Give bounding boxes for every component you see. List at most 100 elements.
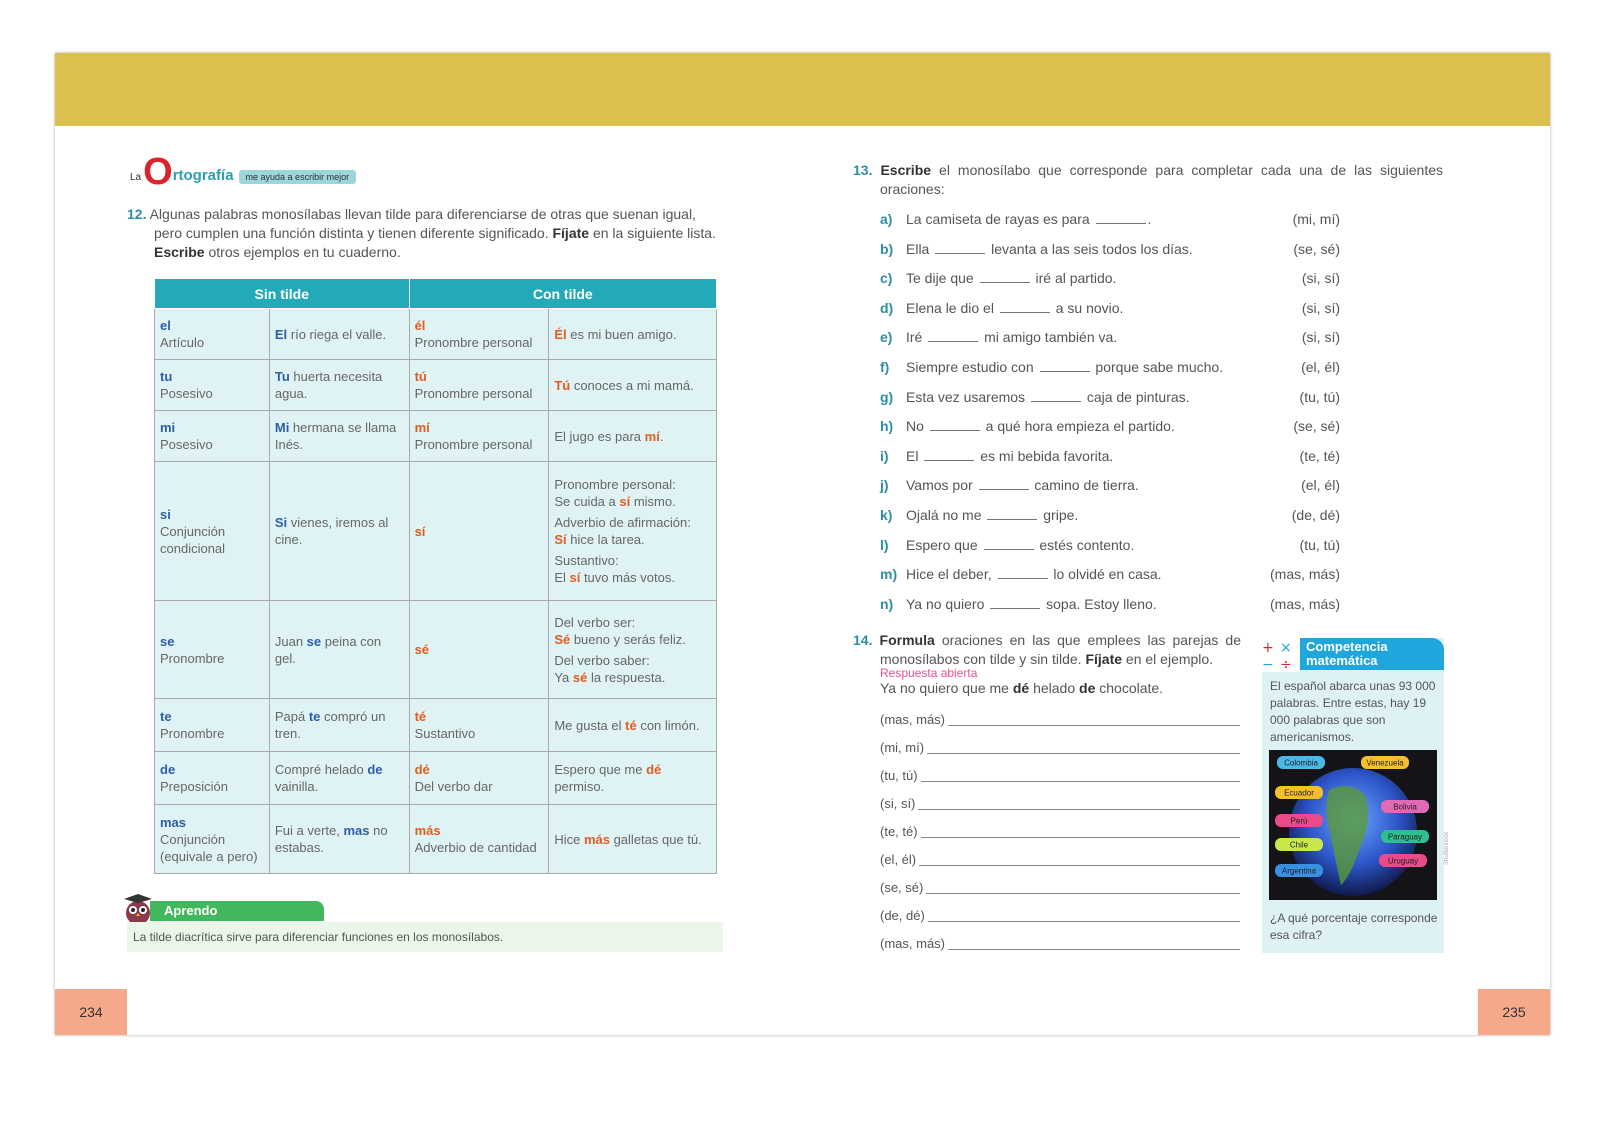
item-options: (mas, más) <box>1270 595 1340 612</box>
item-sentence: No a qué hora empieza el partido. <box>906 418 1175 435</box>
writing-line[interactable]: (de, dé) <box>880 902 1240 930</box>
svg-text:Ecuador: Ecuador <box>1284 789 1314 798</box>
svg-text:Argentina: Argentina <box>1282 867 1317 876</box>
exercise-item: j) Vamos por camino de tierra. (el, él) <box>880 477 1340 507</box>
exercise-item: b) Ella levanta a las seis todos los días… <box>880 241 1340 271</box>
exercise-item: k) Ojalá no me gripe. (de, dé) <box>880 507 1340 537</box>
answer-blank[interactable] <box>1039 359 1090 372</box>
book-spread: La O rtografía me ayuda a escribir mejor… <box>55 53 1550 1035</box>
pair-label: (mi, mí) <box>880 740 928 755</box>
competencia-question: ¿A qué porcentaje corresponde esa cifra? <box>1270 911 1438 942</box>
item-options: (de, dé) <box>1291 506 1340 523</box>
svg-text:Bolivia: Bolivia <box>1393 803 1417 812</box>
svg-text:Chile: Chile <box>1290 841 1309 850</box>
math-operations-icon: + × − ÷ <box>1260 638 1300 672</box>
exercise-item: e) Iré mi amigo también va. (si, sí) <box>880 329 1340 359</box>
item-sentence: Iré mi amigo también va. <box>906 329 1118 346</box>
writing-line[interactable]: (mas, más) <box>880 930 1240 958</box>
page-number-right: 235 <box>1478 989 1550 1035</box>
competencia-box: + × − ÷ Competencia matemática El españo… <box>1260 638 1444 953</box>
pair-label: (te, té) <box>880 824 921 839</box>
exercise-item: a) La camiseta de rayas es para . (mi, mí) <box>880 211 1340 241</box>
answer-blank[interactable] <box>990 596 1041 609</box>
globe-image: Colombia Venezuela Ecuador Bolivia Perú Parag… <box>1269 750 1437 900</box>
item-letter: d) <box>880 299 894 316</box>
pair-label: (si, sí) <box>880 796 919 811</box>
answer-blank[interactable] <box>1095 211 1146 224</box>
country-label: Uruguay <box>1379 854 1427 867</box>
item-options: (te, té) <box>1299 447 1340 464</box>
item-sentence: Espero que estés contento. <box>906 536 1135 553</box>
item-sentence: Te dije que iré al partido. <box>906 270 1117 287</box>
tilde-table: Sin tilde Con tilde el Artículo El río ri… <box>154 278 718 874</box>
aprendo-title: Aprendo <box>150 901 324 921</box>
table-row: mi Posesivo Mi hermana se llama Inés. mí P… <box>154 410 717 462</box>
header-sin-tilde: Sin tilde <box>154 278 410 309</box>
table-row: mas Conjunción (equivale a pero) Fui a ve… <box>154 804 717 874</box>
item-letter: f) <box>880 358 890 375</box>
table-row: te Pronombre Papá te compró un tren. té Su… <box>154 698 717 752</box>
pair-label: (el, él) <box>880 852 920 867</box>
item-letter: e) <box>880 329 893 346</box>
item-letter: m) <box>880 566 898 583</box>
exercise-13-items: a) La camiseta de rayas es para . (mi, mí)… <box>880 211 1340 625</box>
writing-line[interactable]: (se, sé) <box>880 874 1240 902</box>
pair-label: (tu, tú) <box>880 768 921 783</box>
item-letter: l) <box>880 536 889 553</box>
answer-blank[interactable] <box>997 566 1048 580</box>
answer-blank[interactable] <box>979 270 1030 284</box>
competencia-title: Competencia matemática <box>1300 638 1444 670</box>
answer-blank[interactable] <box>929 418 980 432</box>
exercise-item: l) Espero que estés contento. (tu, tú) <box>880 537 1340 567</box>
item-letter: k) <box>880 506 893 523</box>
item-sentence: Vamos por camino de tierra. <box>906 477 1139 494</box>
exercise-item: n) Ya no quiero sopa. Estoy lleno. (mas, m… <box>880 596 1340 626</box>
exercise-item: g) Esta vez usaremos caja de pinturas. (tu… <box>880 389 1340 419</box>
answer-blank[interactable] <box>928 329 979 343</box>
writing-line[interactable]: (te, té) <box>880 818 1240 846</box>
answer-blank[interactable] <box>987 507 1038 520</box>
item-options: (tu, tú) <box>1299 388 1340 405</box>
writing-line[interactable]: (el, él) <box>880 846 1240 874</box>
exercise-item: f) Siempre estudio con porque sabe mucho.… <box>880 359 1340 389</box>
item-options: (el, él) <box>1301 358 1340 375</box>
item-options: (se, sé) <box>1293 240 1340 257</box>
pair-label: (se, sé) <box>880 880 927 895</box>
item-options: (el, él) <box>1301 477 1340 494</box>
competencia-text: El español abarca unas 93 000 palabras. … <box>1270 679 1436 744</box>
ortografia-logo: La O rtografía me ayuda a escribir mejor <box>130 153 357 191</box>
writing-line[interactable]: (mi, mí) <box>880 734 1240 762</box>
answer-blank[interactable] <box>935 241 986 254</box>
exercise-item: m) Hice el deber, lo olvidé en casa. (mas,… <box>880 566 1340 596</box>
item-options: (mi, mí) <box>1292 211 1340 227</box>
svg-text:Perú: Perú <box>1291 817 1308 826</box>
writing-lines: (mas, más) (mi, mí) (tu, tú) (si, sí) (te, t… <box>880 706 1240 958</box>
writing-line[interactable]: (si, sí) <box>880 790 1240 818</box>
country-label: Bolivia <box>1381 800 1429 813</box>
country-label: Ecuador <box>1275 786 1323 799</box>
item-sentence: Elena le dio el a su novio. <box>906 299 1124 316</box>
answer-note: Respuesta abierta <box>880 666 978 680</box>
svg-text:+: + <box>1262 640 1274 656</box>
pair-label: (de, dé) <box>880 908 928 923</box>
answer-blank[interactable] <box>978 477 1029 491</box>
item-sentence: Esta vez usaremos caja de pinturas. <box>906 388 1190 405</box>
item-letter: g) <box>880 388 894 405</box>
item-letter: c) <box>880 270 893 287</box>
answer-blank[interactable] <box>1030 389 1081 402</box>
item-sentence: Ella levanta a las seis todos los días. <box>906 240 1193 257</box>
answer-blank[interactable] <box>983 537 1034 550</box>
answer-blank[interactable] <box>999 300 1050 313</box>
item-sentence: Siempre estudio con porque sabe mucho. <box>906 358 1224 375</box>
exercise-item: h) No a qué hora empieza el partido. (se, … <box>880 418 1340 448</box>
answer-blank[interactable] <box>924 448 975 461</box>
item-sentence: La camiseta de rayas es para . <box>906 211 1152 227</box>
writing-line[interactable]: (mas, más) <box>880 706 1240 734</box>
header-con-tilde: Con tilde <box>408 278 718 309</box>
exercise-item: c) Te dije que iré al partido. (si, sí) <box>880 270 1340 300</box>
svg-text:×: × <box>1280 640 1292 656</box>
exercise-item: d) Elena le dio el a su novio. (si, sí) <box>880 300 1340 330</box>
pair-label: (mas, más) <box>880 712 948 727</box>
writing-line[interactable]: (tu, tú) <box>880 762 1240 790</box>
item-sentence: Hice el deber, lo olvidé en casa. <box>906 566 1162 583</box>
